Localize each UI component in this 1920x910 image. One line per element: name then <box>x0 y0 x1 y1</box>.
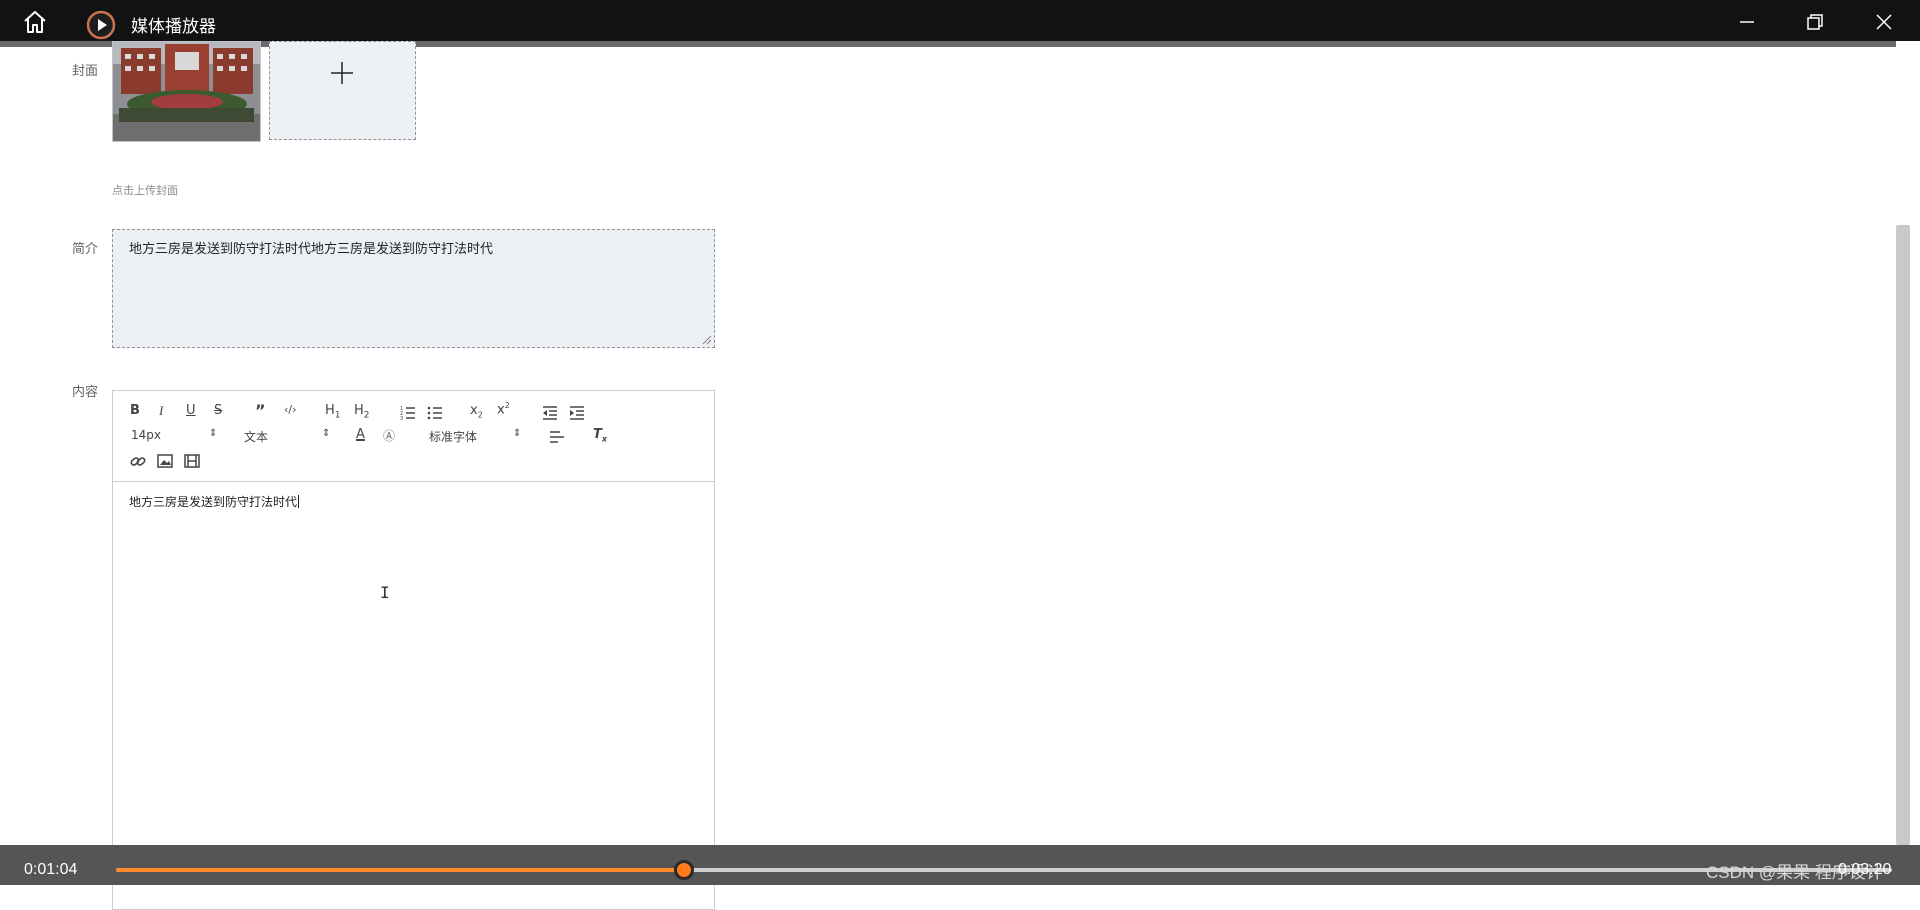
player-controls: 0:01:04 CSDN @果果 程序设计 0:03:20 <box>0 845 1920 885</box>
bold-icon[interactable]: B <box>130 403 140 418</box>
h2-icon[interactable]: H2 <box>354 403 370 421</box>
outdent-icon[interactable] <box>541 404 559 422</box>
media-player-icon <box>86 10 116 40</box>
intro-label: 简介 <box>72 242 99 257</box>
superscript-icon[interactable]: x2 <box>497 401 510 417</box>
cover-upload-hint: 点击上传封面 <box>112 184 178 197</box>
align-icon[interactable] <box>548 428 566 446</box>
background-color-icon[interactable]: Ⓐ <box>383 427 395 444</box>
editor-toolbar: B I U S ” ‹/› H1 H2 123 x2 x2 14px ⇕ 文本 … <box>113 391 714 482</box>
header-value: 文本 <box>244 430 269 444</box>
blockquote-icon[interactable]: ” <box>255 401 266 420</box>
text-cursor-icon: I <box>380 583 390 602</box>
restore-icon[interactable] <box>1805 12 1825 32</box>
intro-textarea[interactable]: 地方三房是发送到防守打法时代地方三房是发送到防守打法时代 <box>112 229 715 348</box>
font-family-value: 标准字体 <box>429 430 478 444</box>
intro-text: 地方三房是发送到防守打法时代地方三房是发送到防守打法时代 <box>129 242 494 257</box>
add-cover-button[interactable] <box>269 41 416 140</box>
bullet-list-icon[interactable] <box>426 404 444 422</box>
content-label: 内容 <box>72 385 99 400</box>
strike-icon[interactable]: S <box>214 403 222 418</box>
window-title: 媒体播放器 <box>131 17 216 37</box>
select-arrows-icon: ⇕ <box>513 428 522 439</box>
close-icon[interactable] <box>1874 12 1894 32</box>
h1-icon[interactable]: H1 <box>325 403 341 421</box>
italic-icon[interactable]: I <box>159 403 163 419</box>
video-icon[interactable] <box>183 452 201 470</box>
cover-label: 封面 <box>72 64 99 79</box>
scrollbar-thumb[interactable] <box>1896 225 1910 845</box>
current-time: 0:01:04 <box>24 861 78 878</box>
cover-thumbnail[interactable] <box>112 41 261 142</box>
font-size-value: 14px <box>131 428 161 442</box>
font-color-icon[interactable]: A <box>356 427 365 442</box>
link-icon[interactable] <box>129 452 147 470</box>
select-arrows-icon: ⇕ <box>322 428 331 439</box>
font-size-select[interactable]: 14px ⇕ <box>131 428 221 442</box>
rich-text-editor[interactable]: B I U S ” ‹/› H1 H2 123 x2 x2 14px ⇕ 文本 … <box>112 390 715 910</box>
image-icon[interactable] <box>156 452 174 470</box>
text-caret <box>298 495 300 508</box>
title-bar: 媒体播放器 <box>0 0 1920 41</box>
subscript-icon[interactable]: x2 <box>470 403 483 420</box>
font-family-select[interactable]: 标准字体 ⇕ <box>429 428 529 445</box>
total-time: 0:03:20 <box>1838 861 1892 878</box>
svg-text:3: 3 <box>400 416 403 422</box>
editor-content-text: 地方三房是发送到防守打法时代 <box>129 495 298 509</box>
plus-icon <box>331 62 353 84</box>
indent-icon[interactable] <box>568 404 586 422</box>
code-icon[interactable]: ‹/› <box>284 403 297 416</box>
resize-handle-icon[interactable] <box>702 335 712 345</box>
seek-handle[interactable] <box>674 860 694 880</box>
seek-progress <box>116 868 684 872</box>
editor-content[interactable]: 地方三房是发送到防守打法时代 <box>129 493 300 510</box>
select-arrows-icon: ⇕ <box>209 428 218 439</box>
home-icon[interactable] <box>22 10 48 34</box>
ordered-list-icon[interactable]: 123 <box>399 404 417 422</box>
minimize-icon[interactable] <box>1737 12 1757 32</box>
header-select[interactable]: 文本 ⇕ <box>244 428 334 445</box>
clear-format-icon[interactable]: Tx <box>593 427 607 444</box>
underline-icon[interactable]: U <box>186 403 196 418</box>
